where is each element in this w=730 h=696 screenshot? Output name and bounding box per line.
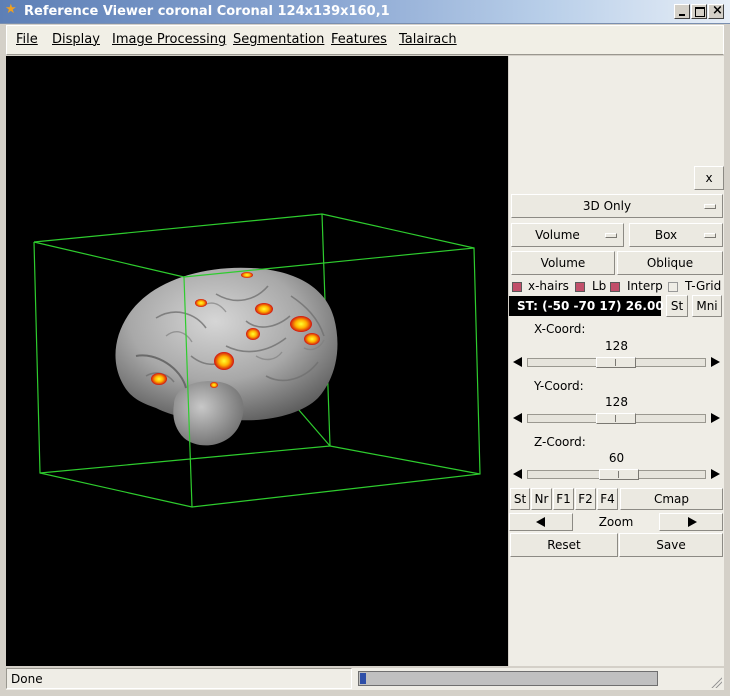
- render-mode-menu[interactable]: Volume: [511, 223, 624, 247]
- star-icon: ★: [5, 2, 17, 17]
- tgrid-checkbox[interactable]: [668, 282, 678, 292]
- menu-file[interactable]: File: [16, 32, 38, 47]
- nr-label: Nr: [534, 492, 549, 506]
- maximize-button[interactable]: [691, 4, 707, 19]
- panel-close-label: x: [705, 171, 713, 185]
- volume-button-label: Volume: [540, 256, 586, 270]
- y-slider-left-arrow-icon[interactable]: [511, 411, 525, 426]
- interp-checkbox[interactable]: [610, 282, 620, 292]
- y-coord-label: Y-Coord:: [534, 379, 584, 393]
- menu-segmentation[interactable]: Segmentation: [233, 32, 324, 47]
- f1-label: F1: [556, 492, 571, 506]
- mni-button[interactable]: Mni: [692, 295, 722, 317]
- brain-render: [33, 213, 481, 508]
- f1-button[interactable]: F1: [553, 488, 574, 510]
- interp-label: Interp: [627, 279, 663, 293]
- lb-label: Lb: [592, 279, 607, 293]
- y-slider-thumb[interactable]: [596, 413, 636, 424]
- nr-button[interactable]: Nr: [531, 488, 552, 510]
- cmap-button[interactable]: Cmap: [620, 488, 723, 510]
- close-icon: ×: [712, 3, 723, 18]
- x-coord-value: 128: [605, 339, 628, 353]
- save-label: Save: [656, 538, 686, 552]
- x-slider-left-arrow-icon[interactable]: [511, 355, 525, 370]
- zoom-label: Zoom: [598, 515, 634, 529]
- z-coord-slider[interactable]: [511, 467, 722, 482]
- 3d-viewport[interactable]: [6, 56, 508, 666]
- view-mode-menu[interactable]: 3D Only: [511, 194, 723, 218]
- zoom-control: Zoom: [509, 513, 724, 531]
- minimize-button[interactable]: [674, 4, 690, 19]
- overlay-mode-label: Box: [654, 228, 678, 242]
- y-slider-right-arrow-icon[interactable]: [708, 411, 722, 426]
- mni-label: Mni: [696, 299, 718, 313]
- st-button[interactable]: St: [510, 488, 530, 510]
- overlay-mode-menu[interactable]: Box: [629, 223, 723, 247]
- st-label: St: [513, 492, 527, 506]
- z-slider-thumb[interactable]: [599, 469, 639, 480]
- volume-button[interactable]: Volume: [511, 251, 615, 275]
- st-coord-button[interactable]: St: [666, 295, 688, 317]
- x-slider-right-arrow-icon[interactable]: [708, 355, 722, 370]
- oblique-button[interactable]: Oblique: [617, 251, 723, 275]
- tgrid-label: T-Grid: [685, 279, 722, 293]
- y-coord-slider[interactable]: [511, 411, 722, 426]
- f4-label: F4: [600, 492, 615, 506]
- f2-button[interactable]: F2: [575, 488, 596, 510]
- view-mode-label: 3D Only: [582, 199, 632, 213]
- control-panel: x 3D Only Volume Box Volume Oblique x-ha…: [509, 56, 724, 666]
- resize-grip-icon[interactable]: [710, 676, 722, 688]
- menu-image-processing[interactable]: Image Processing: [112, 32, 226, 47]
- z-slider-left-arrow-icon[interactable]: [511, 467, 525, 482]
- f2-label: F2: [578, 492, 593, 506]
- xhairs-label: x-hairs: [528, 279, 569, 293]
- reset-button[interactable]: Reset: [510, 533, 618, 557]
- reset-label: Reset: [547, 538, 581, 552]
- x-slider-thumb[interactable]: [596, 357, 636, 368]
- title-bar: ★ Reference Viewer coronal Coronal 124x1…: [0, 0, 730, 24]
- window-title: Reference Viewer coronal Coronal 124x139…: [24, 4, 390, 19]
- progress-fill: [360, 673, 366, 684]
- zoom-in-arrow-icon[interactable]: [659, 513, 723, 531]
- progress-bar: [358, 671, 658, 686]
- f4-button[interactable]: F4: [597, 488, 618, 510]
- cmap-label: Cmap: [653, 492, 690, 506]
- z-coord-label: Z-Coord:: [534, 435, 586, 449]
- z-coord-value: 60: [608, 451, 625, 465]
- menu-bar: File Display Image Processing Segmentati…: [6, 25, 724, 55]
- oblique-button-label: Oblique: [646, 256, 694, 270]
- render-mode-label: Volume: [535, 228, 580, 242]
- menu-display[interactable]: Display: [52, 32, 100, 47]
- menu-features[interactable]: Features: [331, 32, 387, 47]
- menu-talairach[interactable]: Talairach: [399, 32, 457, 47]
- zoom-out-arrow-icon[interactable]: [509, 513, 573, 531]
- lb-checkbox[interactable]: [575, 282, 585, 292]
- close-window-button[interactable]: ×: [708, 3, 724, 19]
- save-button[interactable]: Save: [619, 533, 723, 557]
- panel-close-button[interactable]: x: [694, 166, 724, 190]
- status-bar: Done: [6, 668, 724, 690]
- xhairs-checkbox[interactable]: [512, 282, 522, 292]
- x-coord-label: X-Coord:: [534, 322, 586, 336]
- status-text: Done: [6, 668, 352, 689]
- st-coord-label: St: [670, 299, 684, 313]
- z-slider-right-arrow-icon[interactable]: [708, 467, 722, 482]
- y-coord-value: 128: [605, 395, 628, 409]
- coordinate-readout: ST: (-50 -70 17) 26.00: [509, 296, 664, 316]
- x-coord-slider[interactable]: [511, 355, 722, 370]
